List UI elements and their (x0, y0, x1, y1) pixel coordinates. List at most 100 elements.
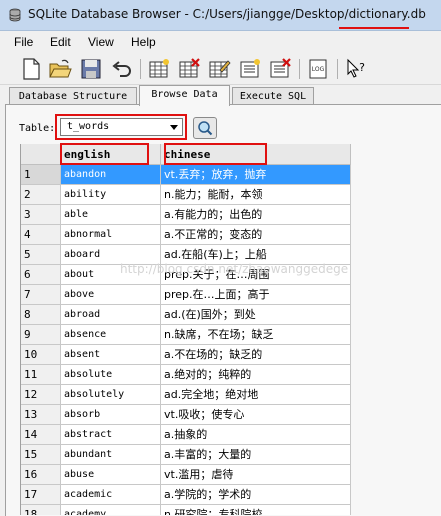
chinese-cell[interactable]: a.丰富的；大量的 (161, 445, 351, 465)
table-row[interactable]: 8 abroad ad.(在)国外；到处 (21, 305, 351, 325)
english-cell[interactable]: abstract (61, 425, 161, 445)
column-header-chinese[interactable]: chinese (161, 144, 351, 165)
table-row[interactable]: 9 absence n.缺席，不在场；缺乏 (21, 325, 351, 345)
english-cell[interactable]: absorb (61, 405, 161, 425)
save-icon[interactable] (79, 57, 103, 81)
table-row[interactable]: 5 aboard ad.在船(车)上；上船 (21, 245, 351, 265)
table-row[interactable]: 12 absolutely ad.完全地；绝对地 (21, 385, 351, 405)
chinese-cell[interactable]: vt.吸收；使专心 (161, 405, 351, 425)
new-database-icon[interactable] (19, 57, 43, 81)
english-cell[interactable]: academy (61, 505, 161, 515)
table-row[interactable]: 4 abnormal a.不正常的；变态的 (21, 225, 351, 245)
tab-execute-sql[interactable]: Execute SQL (232, 87, 314, 105)
row-number-cell[interactable]: 18 (21, 505, 61, 515)
english-cell[interactable]: about (61, 265, 161, 285)
chinese-cell[interactable]: a.不正常的；变态的 (161, 225, 351, 245)
table-row[interactable]: 1 abandon vt.丢弃；放弃，抛弃 (21, 165, 351, 185)
table-row[interactable]: 15 abundant a.丰富的；大量的 (21, 445, 351, 465)
english-cell[interactable]: abundant (61, 445, 161, 465)
data-grid[interactable]: english chinese 1 abandon vt.丢弃；放弃，抛弃 2 abil… (20, 144, 351, 515)
chinese-cell[interactable]: prep.关于；在…周围 (161, 265, 351, 285)
chinese-cell[interactable]: a.抽象的 (161, 425, 351, 445)
log-icon[interactable]: LOG (306, 57, 330, 81)
english-cell[interactable]: abandon (61, 165, 161, 185)
chinese-cell[interactable]: a.学院的；学术的 (161, 485, 351, 505)
english-cell[interactable]: absolutely (61, 385, 161, 405)
row-number-cell[interactable]: 8 (21, 305, 61, 325)
whats-this-icon[interactable]: ? (344, 57, 368, 81)
chinese-cell[interactable]: n.缺席，不在场；缺乏 (161, 325, 351, 345)
menu-edit[interactable]: Edit (50, 35, 71, 49)
table-row[interactable]: 7 above prep.在…上面；高于 (21, 285, 351, 305)
undo-icon[interactable] (110, 57, 134, 81)
row-number-header (21, 144, 61, 165)
english-cell[interactable]: abuse (61, 465, 161, 485)
table-row[interactable]: 14 abstract a.抽象的 (21, 425, 351, 445)
table-select[interactable]: t_words (60, 118, 183, 136)
row-number-cell[interactable]: 14 (21, 425, 61, 445)
row-number-cell[interactable]: 17 (21, 485, 61, 505)
row-number-cell[interactable]: 1 (21, 165, 61, 185)
delete-table-icon[interactable] (177, 57, 201, 81)
chinese-cell[interactable]: ad.完全地；绝对地 (161, 385, 351, 405)
table-row[interactable]: 2 ability n.能力；能耐，本领 (21, 185, 351, 205)
table-row[interactable]: 17 academic a.学院的；学术的 (21, 485, 351, 505)
chinese-cell[interactable]: a.绝对的；纯粹的 (161, 365, 351, 385)
chinese-cell[interactable]: ad.在船(车)上；上船 (161, 245, 351, 265)
table-row[interactable]: 11 absolute a.绝对的；纯粹的 (21, 365, 351, 385)
table-row[interactable]: 13 absorb vt.吸收；使专心 (21, 405, 351, 425)
english-cell[interactable]: abroad (61, 305, 161, 325)
create-index-icon[interactable] (238, 57, 262, 81)
chinese-cell[interactable]: a.有能力的；出色的 (161, 205, 351, 225)
english-cell[interactable]: academic (61, 485, 161, 505)
row-number-cell[interactable]: 5 (21, 245, 61, 265)
english-cell[interactable]: absence (61, 325, 161, 345)
search-button[interactable] (193, 117, 217, 139)
table-row[interactable]: 16 abuse vt.滥用；虐待 (21, 465, 351, 485)
row-number-cell[interactable]: 16 (21, 465, 61, 485)
table-row[interactable]: 10 absent a.不在场的；缺乏的 (21, 345, 351, 365)
row-number-cell[interactable]: 2 (21, 185, 61, 205)
toolbar-separator (337, 59, 338, 79)
chevron-down-icon (170, 125, 178, 130)
create-table-icon[interactable] (147, 57, 171, 81)
row-number-cell[interactable]: 12 (21, 385, 61, 405)
english-cell[interactable]: aboard (61, 245, 161, 265)
row-number-cell[interactable]: 10 (21, 345, 61, 365)
row-number-cell[interactable]: 11 (21, 365, 61, 385)
chinese-cell[interactable]: n.能力；能耐，本领 (161, 185, 351, 205)
tab-database-structure[interactable]: Database Structure (9, 87, 137, 105)
row-number-cell[interactable]: 7 (21, 285, 61, 305)
english-cell[interactable]: above (61, 285, 161, 305)
menu-view[interactable]: View (88, 35, 114, 49)
menu-help[interactable]: Help (131, 35, 156, 49)
english-cell[interactable]: absent (61, 345, 161, 365)
column-header-english[interactable]: english (61, 144, 161, 165)
row-number-cell[interactable]: 4 (21, 225, 61, 245)
row-number-cell[interactable]: 6 (21, 265, 61, 285)
english-cell[interactable]: ability (61, 185, 161, 205)
row-number-cell[interactable]: 3 (21, 205, 61, 225)
table-row[interactable]: 6 about prep.关于；在…周围 (21, 265, 351, 285)
chinese-cell[interactable]: n.研究院；专科院校 (161, 505, 351, 515)
chinese-cell[interactable]: prep.在…上面；高于 (161, 285, 351, 305)
english-cell[interactable]: abnormal (61, 225, 161, 245)
title-highlight-underline (339, 27, 409, 29)
table-row[interactable]: 18 academy n.研究院；专科院校 (21, 505, 351, 515)
row-number-cell[interactable]: 15 (21, 445, 61, 465)
chinese-cell[interactable]: vt.滥用；虐待 (161, 465, 351, 485)
menu-file[interactable]: File (14, 35, 33, 49)
table-label: Table: (19, 123, 56, 134)
table-row[interactable]: 3 able a.有能力的；出色的 (21, 205, 351, 225)
tab-browse-data[interactable]: Browse Data (139, 85, 230, 106)
delete-index-icon[interactable] (268, 57, 292, 81)
modify-table-icon[interactable] (207, 57, 231, 81)
open-database-icon[interactable] (48, 57, 72, 81)
chinese-cell[interactable]: a.不在场的；缺乏的 (161, 345, 351, 365)
english-cell[interactable]: absolute (61, 365, 161, 385)
row-number-cell[interactable]: 9 (21, 325, 61, 345)
chinese-cell[interactable]: vt.丢弃；放弃，抛弃 (161, 165, 351, 185)
row-number-cell[interactable]: 13 (21, 405, 61, 425)
chinese-cell[interactable]: ad.(在)国外；到处 (161, 305, 351, 325)
english-cell[interactable]: able (61, 205, 161, 225)
